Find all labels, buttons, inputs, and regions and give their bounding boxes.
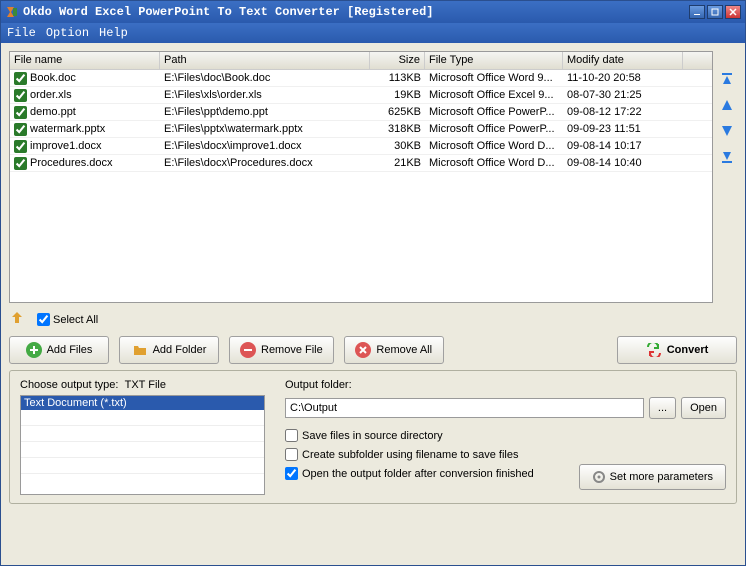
output-type-section: Choose output type: TXT File Text Docume… [20,379,265,495]
maximize-button[interactable] [707,5,723,19]
file-checkbox[interactable] [14,157,27,170]
file-date: 09-09-23 11:51 [563,122,683,136]
browse-button[interactable]: ... [649,397,676,419]
file-name: Procedures.docx [30,157,113,169]
file-size: 625KB [370,105,425,119]
output-type-option[interactable]: Text Document (*.txt) [21,396,264,410]
remove-file-button[interactable]: Remove File [229,336,334,364]
select-all-row: Select All [9,309,737,330]
col-header-type[interactable]: File Type [425,52,563,69]
file-checkbox[interactable] [14,89,27,102]
remove-all-button[interactable]: Remove All [344,336,444,364]
file-checkbox[interactable] [14,72,27,85]
convert-button[interactable]: Convert [617,336,737,364]
table-row[interactable]: Book.doc E:\Files\doc\Book.doc113KBMicros… [10,70,712,87]
content-area: File name Path Size File Type Modify dat… [1,43,745,565]
table-row[interactable]: Procedures.docx E:\Files\docx\Procedures.… [10,155,712,172]
table-row[interactable]: order.xls E:\Files\xls\order.xls19KBMicro… [10,87,712,104]
minimize-button[interactable] [689,5,705,19]
menu-file[interactable]: File [7,26,36,40]
file-table: File name Path Size File Type Modify dat… [9,51,713,303]
move-bottom-button[interactable] [719,149,735,165]
file-type: Microsoft Office Word D... [425,156,563,170]
table-header: File name Path Size File Type Modify dat… [10,52,712,70]
file-type: Microsoft Office Word 9... [425,71,563,85]
col-header-path[interactable]: Path [160,52,370,69]
remove-all-icon [355,342,371,358]
file-name: improve1.docx [30,140,102,152]
file-name: order.xls [30,89,72,101]
add-files-button[interactable]: Add Files [9,336,109,364]
table-row[interactable]: improve1.docx E:\Files\docx\improve1.docx… [10,138,712,155]
create-subfolder-option[interactable]: Create subfolder using filename to save … [285,448,726,461]
file-date: 09-08-14 10:17 [563,139,683,153]
file-size: 30KB [370,139,425,153]
up-folder-icon[interactable] [9,311,25,328]
col-header-name[interactable]: File name [10,52,160,69]
file-type: Microsoft Office PowerP... [425,122,563,136]
move-top-button[interactable] [719,71,735,87]
select-all-input[interactable] [37,313,50,326]
close-button[interactable] [725,5,741,19]
output-panel: Choose output type: TXT File Text Docume… [9,370,737,504]
reorder-controls [717,51,737,303]
file-name: watermark.pptx [30,123,105,135]
file-path: E:\Files\pptx\watermark.pptx [160,122,370,136]
output-folder-input[interactable] [285,398,644,418]
file-path: E:\Files\xls\order.xls [160,88,370,102]
file-path: E:\Files\doc\Book.doc [160,71,370,85]
col-header-size[interactable]: Size [370,52,425,69]
move-down-button[interactable] [719,123,735,139]
file-type: Microsoft Office Excel 9... [425,88,563,102]
file-path: E:\Files\docx\improve1.docx [160,139,370,153]
file-name: Book.doc [30,72,76,84]
file-type: Microsoft Office PowerP... [425,105,563,119]
file-path: E:\Files\ppt\demo.ppt [160,105,370,119]
folder-icon [132,342,148,358]
gear-icon [592,470,606,484]
file-path: E:\Files\docx\Procedures.docx [160,156,370,170]
app-icon [5,5,19,19]
file-size: 113KB [370,71,425,85]
file-checkbox[interactable] [14,106,27,119]
col-header-date[interactable]: Modify date [563,52,683,69]
file-date: 11-10-20 20:58 [563,71,683,85]
file-checkbox[interactable] [14,140,27,153]
output-type-list[interactable]: Text Document (*.txt) [20,395,265,495]
app-window: Okdo Word Excel PowerPoint To Text Conve… [0,0,746,566]
file-name: demo.ppt [30,106,76,118]
output-folder-label: Output folder: [285,379,726,391]
file-size: 19KB [370,88,425,102]
window-title: Okdo Word Excel PowerPoint To Text Conve… [23,5,433,19]
title-bar: Okdo Word Excel PowerPoint To Text Conve… [1,1,745,23]
file-size: 318KB [370,122,425,136]
action-buttons: Add Files Add Folder Remove File Remove … [9,336,737,364]
set-more-parameters-button[interactable]: Set more parameters [579,464,726,490]
menu-help[interactable]: Help [99,26,128,40]
file-size: 21KB [370,156,425,170]
plus-icon [26,342,42,358]
add-folder-button[interactable]: Add Folder [119,336,219,364]
table-row[interactable]: demo.ppt E:\Files\ppt\demo.ppt625KBMicros… [10,104,712,121]
convert-icon [646,342,662,358]
save-source-option[interactable]: Save files in source directory [285,429,726,442]
file-date: 09-08-14 10:40 [563,156,683,170]
file-date: 09-08-12 17:22 [563,105,683,119]
menu-bar: File Option Help [1,23,745,43]
open-folder-button[interactable]: Open [681,397,726,419]
output-type-label: Choose output type: TXT File [20,379,265,391]
file-checkbox[interactable] [14,123,27,136]
menu-option[interactable]: Option [46,26,89,40]
select-all-checkbox[interactable]: Select All [37,313,98,326]
file-type: Microsoft Office Word D... [425,139,563,153]
move-up-button[interactable] [719,97,735,113]
table-row[interactable]: watermark.pptx E:\Files\pptx\watermark.pp… [10,121,712,138]
output-folder-section: Output folder: ... Open Save files in so… [285,379,726,495]
file-date: 08-07-30 21:25 [563,88,683,102]
minus-icon [240,342,256,358]
